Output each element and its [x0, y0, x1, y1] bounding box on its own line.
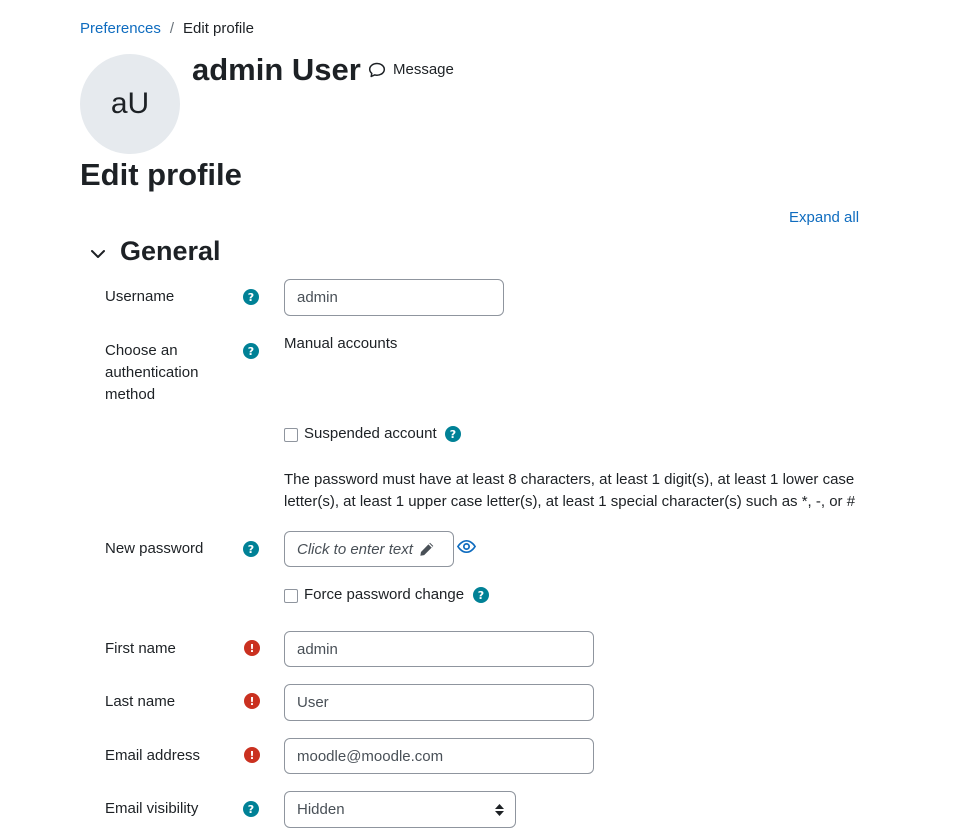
email-label: Email address: [105, 747, 201, 764]
page-title: Edit profile: [80, 157, 242, 192]
email-value: moodle@moodle.com: [297, 747, 444, 765]
last-name-input[interactable]: User: [284, 684, 594, 721]
first-name-input[interactable]: admin: [284, 631, 594, 667]
select-arrows-icon: [495, 804, 504, 816]
email-visibility-label: Email visibility: [105, 800, 199, 817]
reveal-password-button[interactable]: [456, 539, 477, 558]
last-name-value: User: [297, 694, 329, 711]
password-rules-text: The password must have at least 8 charac…: [284, 471, 856, 510]
section-title-general: General: [120, 236, 221, 266]
help-icon[interactable]: ?: [445, 426, 461, 442]
pencil-icon: [420, 542, 434, 556]
first-name-value: admin: [297, 640, 338, 658]
section-collapse-toggle[interactable]: [86, 242, 110, 266]
email-visibility-select[interactable]: Hidden: [284, 791, 516, 828]
avatar: aU: [80, 54, 180, 154]
required-icon: !: [244, 693, 260, 709]
breadcrumb: Preferences / Edit profile: [80, 20, 254, 37]
eye-icon: [456, 539, 477, 554]
help-icon[interactable]: ?: [243, 801, 259, 817]
auth-method-value: Manual accounts: [284, 335, 398, 352]
help-icon[interactable]: ?: [243, 289, 259, 305]
help-icon[interactable]: ?: [243, 343, 259, 359]
auth-method-label: Choose an authentication method: [105, 342, 199, 403]
first-name-label: First name: [105, 640, 176, 657]
new-password-label: New password: [105, 540, 204, 557]
help-icon[interactable]: ?: [473, 587, 489, 603]
user-fullname: admin User: [192, 52, 361, 87]
help-icon[interactable]: ?: [243, 541, 259, 557]
expand-all-link[interactable]: Expand all: [789, 209, 859, 226]
new-password-placeholder: Click to enter text: [297, 540, 413, 558]
username-label: Username: [105, 288, 175, 305]
breadcrumb-current: Edit profile: [183, 20, 254, 37]
suspended-label[interactable]: Suspended account: [304, 425, 437, 442]
last-name-label: Last name: [105, 693, 176, 710]
message-icon: [368, 62, 386, 77]
required-icon: !: [244, 640, 260, 656]
new-password-input[interactable]: Click to enter text: [284, 531, 454, 567]
force-password-change-label[interactable]: Force password change: [304, 586, 464, 603]
chevron-down-icon: [91, 250, 105, 258]
avatar-initials: aU: [110, 87, 150, 120]
suspended-checkbox[interactable]: [284, 428, 298, 442]
email-visibility-value: Hidden: [297, 801, 345, 818]
username-value: admin: [297, 289, 338, 306]
message-button[interactable]: Message: [368, 61, 454, 78]
force-password-change-checkbox[interactable]: [284, 589, 298, 603]
breadcrumb-separator: /: [169, 20, 175, 37]
message-label: Message: [393, 61, 454, 78]
username-input[interactable]: admin: [284, 279, 504, 316]
breadcrumb-link-preferences[interactable]: Preferences: [80, 20, 161, 37]
required-icon: !: [244, 747, 260, 763]
email-input[interactable]: moodle@moodle.com: [284, 738, 594, 774]
